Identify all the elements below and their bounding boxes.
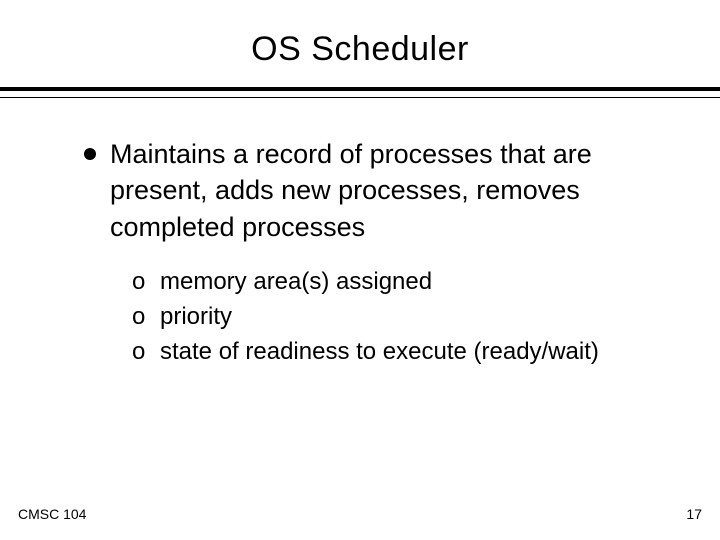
- list-item: o memory area(s) assigned: [132, 265, 660, 300]
- list-item: o state of readiness to execute (ready/w…: [132, 335, 660, 370]
- footer-course: CMSC 104: [18, 506, 86, 522]
- list-item: Maintains a record of processes that are…: [80, 136, 660, 245]
- footer-page-number: 17: [686, 506, 702, 522]
- slide: OS Scheduler Maintains a record of proce…: [0, 0, 720, 540]
- sub-bullet-text: state of readiness to execute (ready/wai…: [160, 335, 599, 370]
- list-item: o priority: [132, 300, 660, 335]
- sub-bullet-marker: o: [132, 300, 150, 335]
- bullet-disc-icon: [84, 148, 96, 160]
- sub-bullet-marker: o: [132, 265, 150, 300]
- slide-title: OS Scheduler: [0, 0, 720, 87]
- sub-bullet-text: priority: [160, 300, 232, 335]
- sub-bullet-marker: o: [132, 335, 150, 370]
- title-divider-thick: [0, 87, 720, 91]
- bullet-text: Maintains a record of processes that are…: [110, 136, 660, 245]
- slide-body: Maintains a record of processes that are…: [0, 98, 720, 370]
- sub-bullet-text: memory area(s) assigned: [160, 265, 432, 300]
- sub-list: o memory area(s) assigned o priority o s…: [80, 259, 660, 369]
